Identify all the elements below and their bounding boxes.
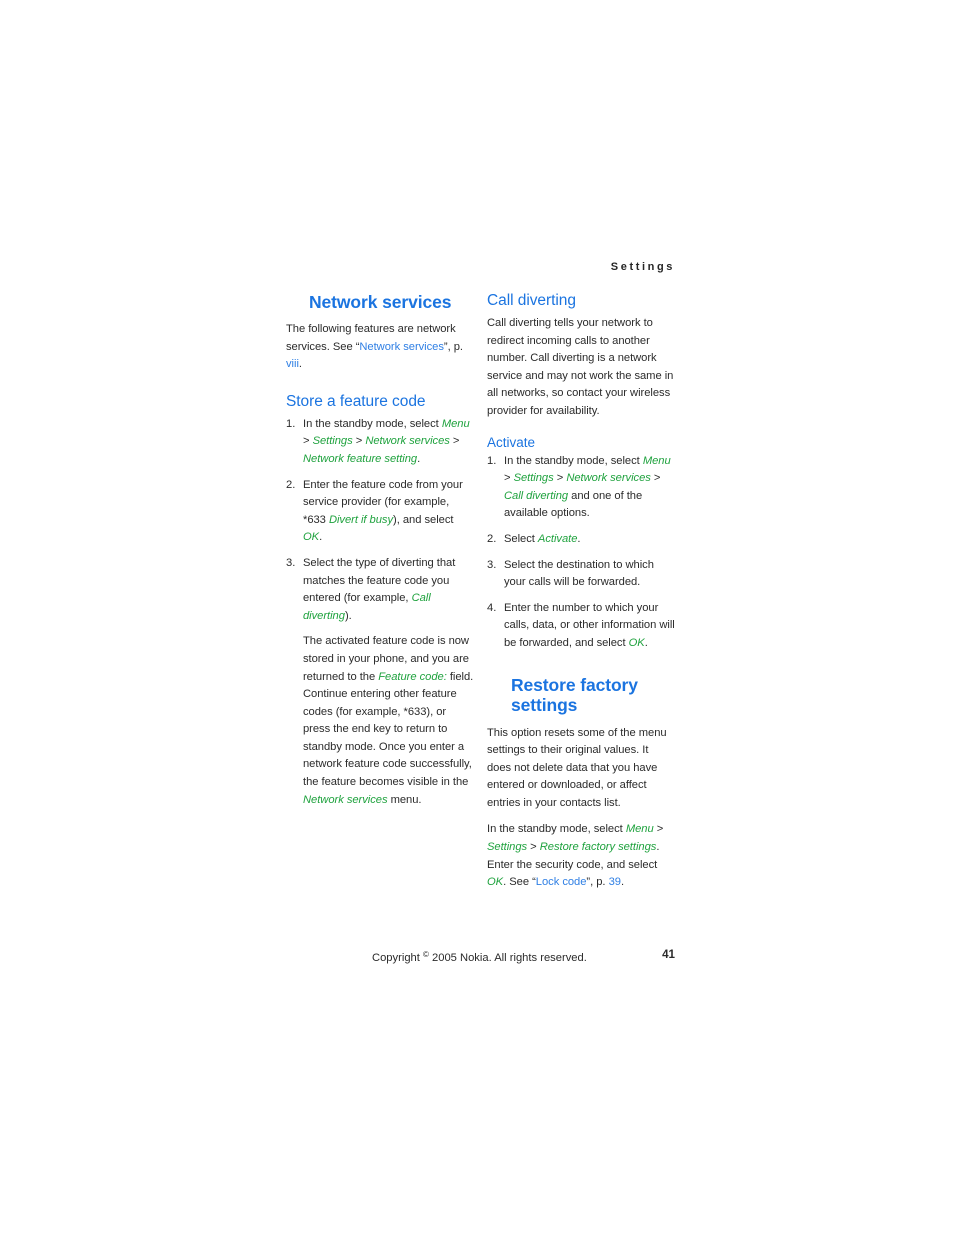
intro-text-tail: . — [298, 358, 302, 371]
store-feature-code-steps: In the standby mode, select Menu > Setti… — [286, 416, 474, 809]
ui-network-services-menu: Network services — [303, 793, 388, 806]
res-text-4: ”, p. — [586, 876, 609, 889]
call-diverting-paragraph: Call diverting tells your network to red… — [487, 317, 674, 417]
ui-ok: OK — [487, 876, 504, 889]
intro-paragraph: The following features are network servi… — [286, 321, 474, 374]
step-item: In the standby mode, select Menu > Setti… — [487, 453, 675, 523]
cont-text-2: field. Continue entering other feature c… — [303, 670, 474, 789]
ui-ok: OK — [303, 531, 320, 544]
ui-divert-if-busy: Divert if busy — [328, 513, 394, 526]
copyright-text-before: Copyright — [372, 952, 423, 964]
act-step3-text-1: Select the destination to which your cal… — [504, 558, 654, 589]
page-number: 41 — [662, 948, 675, 961]
ui-activate: Activate — [537, 532, 578, 545]
ui-menu: Menu — [642, 454, 671, 467]
step-item: In the standby mode, select Menu > Setti… — [286, 416, 474, 469]
section-title-call-diverting: Call diverting — [487, 292, 576, 309]
restore-procedure-paragraph: In the standby mode, select Menu > Setti… — [487, 821, 675, 891]
act-step1-text-1: In the standby mode, select — [504, 454, 643, 467]
act-step2-text-2: . — [577, 532, 581, 545]
section-title-store-a-feature-code: Store a feature code — [286, 392, 426, 410]
restore-description-paragraph: This option resets some of the menu sett… — [487, 726, 667, 809]
restore-title-line-1: Restore factory — [511, 674, 638, 695]
step1-sep-2: > — [352, 435, 366, 448]
step-item: Select the destination to which your cal… — [487, 557, 675, 592]
act-step1-sep-1: > — [504, 472, 514, 485]
step3-text-1: Select the type of diverting that matche… — [303, 556, 456, 605]
sub-title-activate: Activate — [487, 434, 536, 450]
ui-settings: Settings — [513, 472, 554, 485]
running-header: Settings — [610, 261, 675, 273]
ui-ok: OK — [628, 636, 645, 649]
copyright-text-after: 2005 Nokia. All rights reserved. — [428, 952, 587, 964]
ui-network-services: Network services — [566, 472, 651, 485]
step1-text-1: In the standby mode, select — [303, 417, 442, 430]
step-item: Select Activate. — [487, 531, 675, 549]
res-text-3: . See “ — [503, 876, 536, 889]
ui-network-services: Network services — [365, 435, 450, 448]
step1-text-2: . — [417, 452, 421, 465]
activate-steps: In the standby mode, select Menu > Setti… — [487, 453, 675, 653]
ui-menu: Menu — [441, 417, 470, 430]
cont-text-3: menu. — [387, 793, 422, 806]
act-step4-text-1: Enter the number to which your calls, da… — [504, 601, 675, 649]
act-step4-text-2: . — [644, 636, 648, 649]
xref-page-viii[interactable]: viii — [286, 358, 299, 370]
xref-network-services[interactable]: Network services — [359, 341, 444, 353]
ui-feature-code-field: Feature code: — [378, 670, 447, 683]
ui-network-feature-setting: Network feature setting — [303, 452, 418, 465]
copyright-notice: Copyright © 2005 Nokia. All rights reser… — [372, 946, 587, 967]
res-text-5: . — [620, 876, 625, 889]
ui-call-diverting: Call diverting — [504, 489, 569, 502]
step2-text-2: ), and select — [393, 513, 454, 526]
left-column: Network services The following features … — [286, 292, 474, 809]
act-step1-sep-3: > — [650, 472, 661, 485]
chapter-title-network-services: Network services — [309, 292, 452, 312]
page-footer: Copyright © 2005 Nokia. All rights reser… — [286, 946, 675, 964]
ui-settings: Settings — [312, 435, 353, 448]
ui-menu: Menu — [625, 823, 654, 836]
xref-lock-code[interactable]: Lock code — [536, 876, 587, 888]
restore-title-line-2: settings — [511, 694, 578, 715]
chapter-title-restore-factory-settings: Restore factory settings — [487, 675, 675, 715]
ui-restore-factory-settings: Restore factory settings — [539, 841, 657, 854]
step1-sep-1: > — [303, 435, 313, 448]
res-text-1: In the standby mode, select — [487, 823, 626, 836]
act-step1-sep-2: > — [553, 472, 567, 485]
act-step2-text-1: Select — [504, 532, 538, 545]
step3-continuation-paragraph: The activated feature code is now stored… — [303, 633, 474, 809]
step-item: Select the type of diverting that matche… — [286, 555, 474, 809]
manual-page: Settings Network services The following … — [0, 0, 954, 1235]
xref-page-39[interactable]: 39 — [609, 876, 621, 888]
ui-settings: Settings — [487, 841, 528, 854]
right-column: Call diverting Call diverting tells your… — [487, 292, 675, 892]
step2-text-3: . — [319, 531, 323, 544]
step-item: Enter the number to which your calls, da… — [487, 600, 675, 653]
step-item: Enter the feature code from your service… — [286, 477, 474, 547]
res-sep-2: > — [527, 841, 540, 854]
intro-text-after: ”, p. — [443, 340, 463, 353]
step3-text-2: ). — [344, 609, 352, 622]
res-sep-1: > — [653, 823, 664, 836]
step1-sep-3: > — [449, 435, 460, 448]
